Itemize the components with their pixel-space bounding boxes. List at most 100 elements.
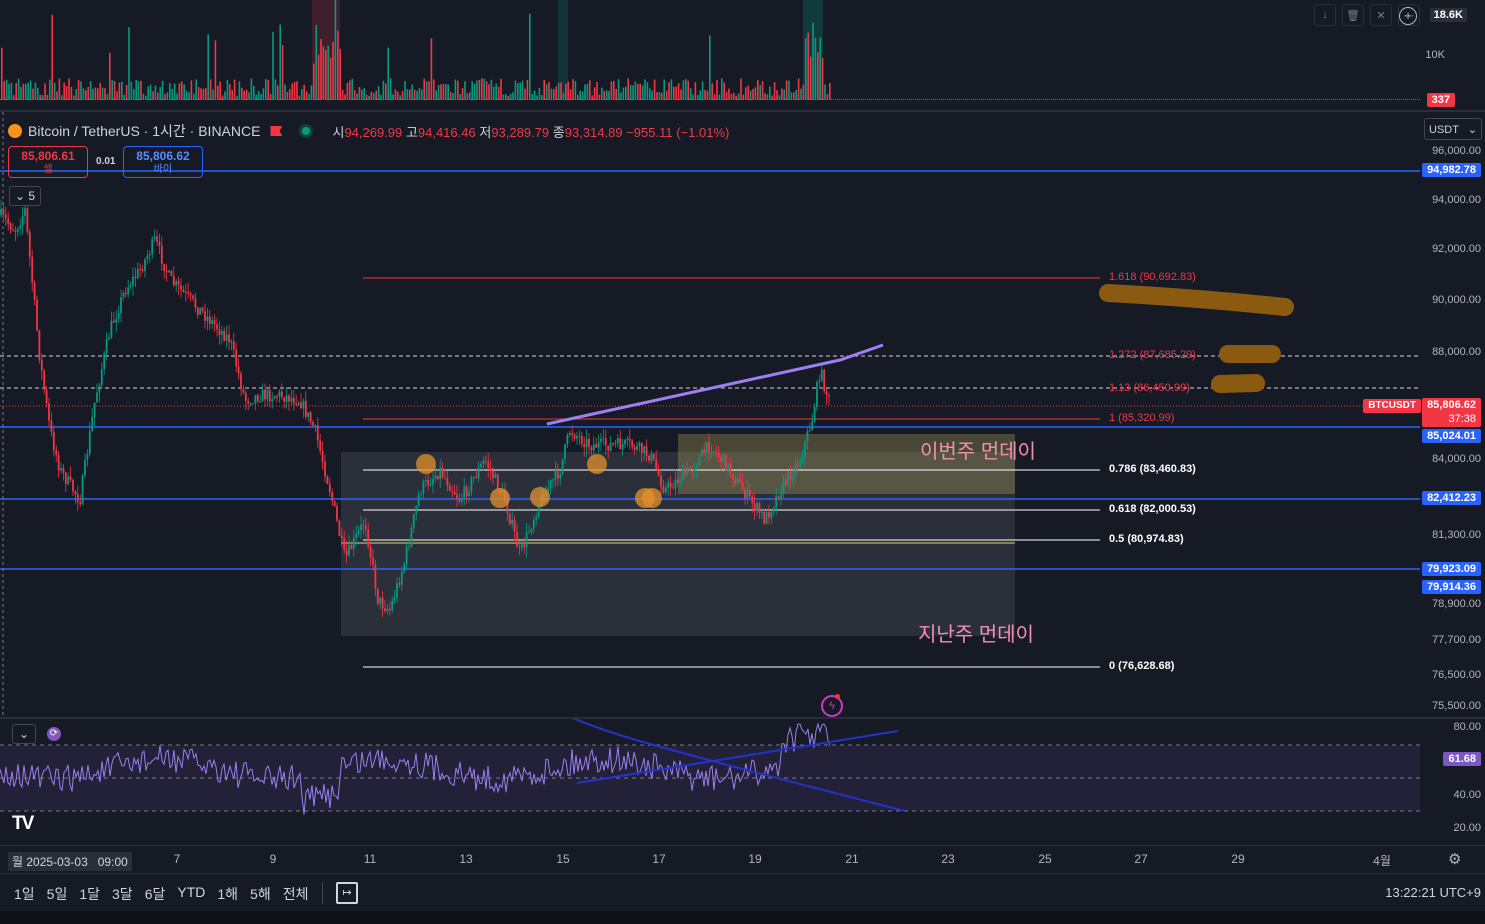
candle-body: [763, 512, 766, 524]
candle-body: [626, 438, 629, 440]
fib-label-1618: 1.618 (90,692.83): [1109, 271, 1196, 283]
volume-bar: [773, 81, 776, 100]
volume-bar: [761, 81, 764, 100]
timeframe-1y[interactable]: 1해: [217, 884, 238, 904]
rsi-refresh-icon[interactable]: ⟳: [47, 727, 61, 741]
orange-marker: [416, 454, 436, 474]
indicators-toggle[interactable]: ⌄ 5: [9, 186, 41, 206]
candle-body: [91, 416, 94, 431]
candle-body: [108, 337, 110, 340]
tradingview-logo-icon[interactable]: TV: [12, 813, 34, 835]
candle-body: [573, 434, 576, 439]
sell-button[interactable]: 85,806.61 셀: [8, 146, 88, 178]
timeframe-all[interactable]: 전체: [283, 884, 309, 904]
candle-body: [804, 441, 806, 457]
volume-bar: [709, 35, 711, 100]
candle-body: [96, 392, 98, 403]
candle-body: [458, 498, 461, 502]
timeframe-5y[interactable]: 5해: [250, 884, 271, 904]
rsi-chart[interactable]: [0, 719, 1420, 845]
candle-body: [26, 208, 29, 232]
volume-bar: [442, 84, 445, 100]
settings-gear-icon[interactable]: ⚙: [1448, 850, 1461, 868]
arrow-down-icon[interactable]: ↓: [1314, 4, 1336, 26]
timeframe-6m[interactable]: 6달: [145, 884, 166, 904]
flag-icon[interactable]: [270, 126, 283, 136]
annotation-this-week[interactable]: 이번주 먼데이: [920, 435, 1036, 464]
candle-body: [230, 341, 233, 343]
plus-icon[interactable]: +: [1399, 7, 1417, 25]
candle-body: [446, 477, 449, 486]
candle-body: [403, 563, 406, 573]
clock-display[interactable]: 13:22:21 UTC+9: [1385, 885, 1481, 900]
trash-icon[interactable]: 🗑: [1342, 4, 1364, 26]
rsi-band: [0, 745, 1420, 811]
candle-body: [160, 245, 163, 264]
candle-body: [40, 359, 43, 371]
timeframe-ytd[interactable]: YTD: [177, 884, 205, 904]
symbol-tag: BTCUSDT: [1363, 399, 1421, 413]
candle-body: [216, 324, 218, 330]
volume-bar: [111, 80, 113, 100]
candle-body: [364, 525, 367, 530]
brush-highlight: [1099, 284, 1294, 316]
candle-body: [2, 209, 5, 215]
change-value: −955.11 (−1.01%): [626, 124, 730, 140]
date-label-27: 27: [1134, 852, 1148, 866]
volume-bar: [454, 79, 457, 100]
candle-body: [580, 435, 583, 444]
main-chart-panel[interactable]: [0, 112, 1485, 717]
candle-body: [444, 477, 446, 479]
candle-body: [259, 401, 262, 403]
volume-bar: [627, 78, 629, 100]
candle-body: [772, 507, 775, 512]
candle-body: [602, 438, 605, 440]
volume-axis-label-10k: 10K: [1425, 49, 1445, 61]
candle-body: [321, 450, 324, 462]
candle-body: [381, 597, 384, 609]
volume-bar: [68, 78, 70, 100]
candle-body: [393, 597, 396, 602]
candle-body: [79, 502, 82, 505]
volume-bar: [233, 79, 236, 100]
symbol-title[interactable]: Bitcoin / TetherUS · 1시간 · BINANCE: [28, 121, 260, 141]
date-axis[interactable]: [0, 845, 1485, 874]
timeframe-1m[interactable]: 1달: [79, 884, 100, 904]
timeframe-5d[interactable]: 5일: [47, 884, 68, 904]
volume-bar: [428, 81, 430, 100]
candle-body: [156, 236, 158, 242]
candle-body: [741, 482, 744, 490]
candle-body: [624, 439, 626, 445]
candle-body: [98, 385, 101, 393]
timeframe-1d[interactable]: 1일: [14, 884, 35, 904]
date-label-9: 9: [269, 852, 277, 866]
volume-bar: [99, 83, 101, 100]
lightning-alert-icon[interactable]: ϟ: [821, 695, 843, 717]
collapse-icon[interactable]: ✕: [1370, 4, 1392, 26]
date-label-11: 11: [363, 852, 377, 866]
rsi-toggle[interactable]: ⌄: [12, 724, 36, 744]
date-range-calendar-icon[interactable]: ↦: [336, 882, 358, 904]
volume-bar: [807, 32, 809, 100]
candle-body: [676, 479, 679, 484]
candle-body: [549, 480, 552, 489]
candle-body: [297, 402, 300, 405]
volume-bar: [572, 79, 574, 100]
candle-body: [136, 268, 139, 278]
candle-body: [151, 238, 154, 255]
timeframe-3m[interactable]: 3달: [112, 884, 133, 904]
buy-button[interactable]: 85,806.62 바이: [123, 146, 203, 178]
volume-bar: [821, 58, 824, 100]
candle-body: [688, 467, 691, 471]
rsi-panel[interactable]: [0, 719, 1485, 845]
price-chart[interactable]: [0, 112, 1420, 717]
annotation-last-week[interactable]: 지난주 먼데이: [918, 618, 1034, 647]
volume-bar: [317, 54, 320, 100]
candle-body: [172, 275, 175, 286]
candle-body: [304, 400, 307, 417]
volume-bar: [277, 85, 279, 100]
volume-bar: [274, 79, 277, 100]
candle-body: [316, 425, 319, 441]
candle-body: [496, 474, 499, 491]
candle-body: [170, 270, 173, 276]
